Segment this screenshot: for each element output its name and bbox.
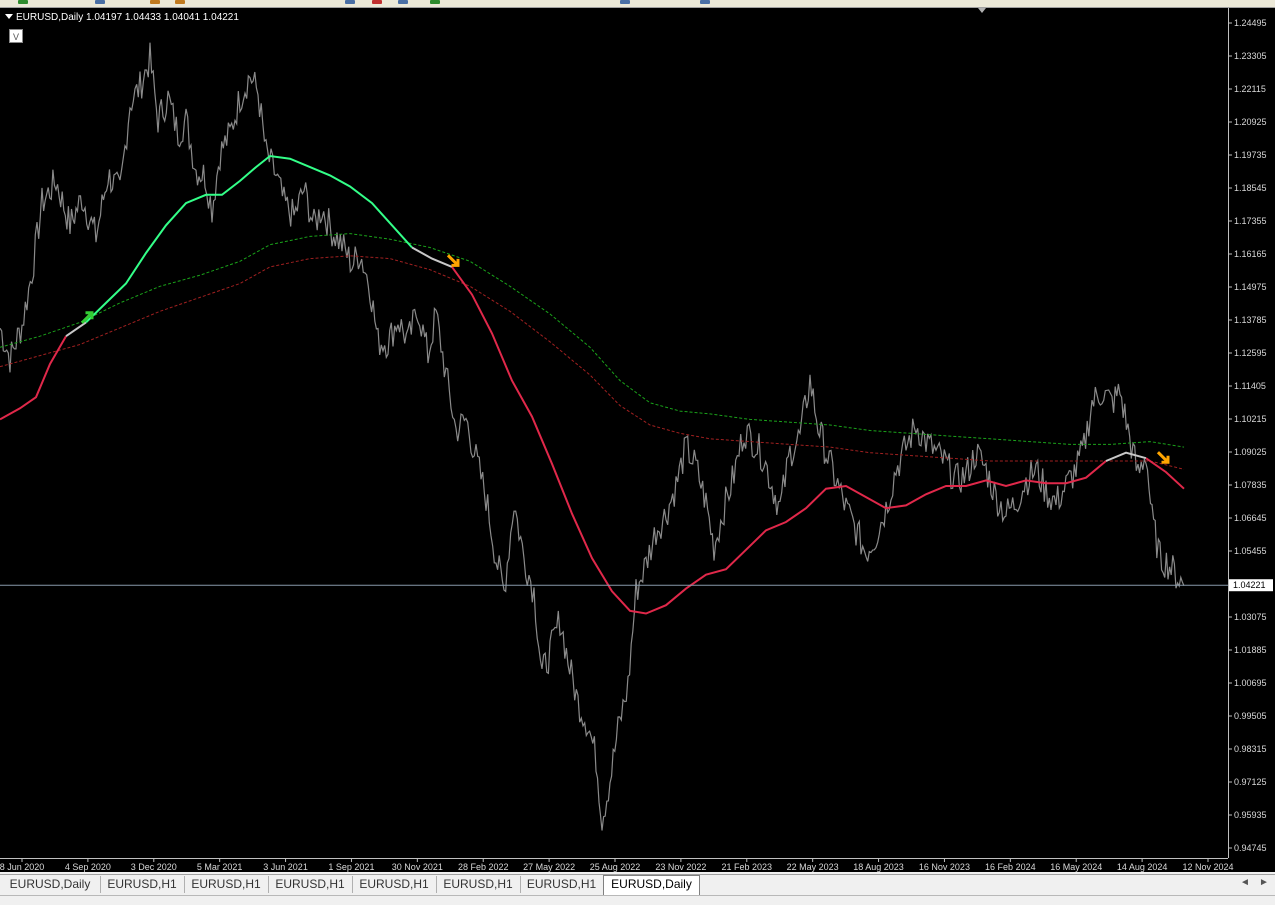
y-tick-label: 1.11405 — [1234, 381, 1266, 391]
y-tick-label: 1.01885 — [1234, 645, 1267, 655]
x-tick-label: 30 Nov 2021 — [392, 862, 443, 872]
y-tick-label: 1.18545 — [1234, 183, 1267, 193]
chart-background — [0, 8, 1275, 872]
y-tick-label: 1.06645 — [1234, 513, 1267, 523]
x-tick-label: 23 Nov 2022 — [655, 862, 706, 872]
y-tick-label: 1.24495 — [1234, 18, 1267, 28]
chart-tab[interactable]: EURUSD,H1 — [436, 876, 521, 893]
chart-tab-bar: ◄ ► EURUSD,Daily EURUSD,H1 EURUSD,H1 EURUSD… — [0, 874, 1275, 895]
y-tick-label: 0.94745 — [1234, 843, 1267, 853]
y-tick-label: 0.95935 — [1234, 810, 1267, 820]
chart-tab[interactable]: EURUSD,H1 — [268, 876, 353, 893]
chart-tab[interactable]: EURUSD,Daily — [603, 875, 700, 895]
y-tick-label: 1.14975 — [1234, 282, 1267, 292]
y-tick-label: 1.17355 — [1234, 216, 1267, 226]
y-tick-label: 1.23305 — [1234, 51, 1267, 61]
current-price-label: 1.04221 — [1233, 580, 1266, 590]
x-tick-label: 27 May 2022 — [523, 862, 575, 872]
tab-scroll-right-icon[interactable]: ► — [1259, 877, 1269, 888]
chart-tab[interactable]: EURUSD,H1 — [184, 876, 269, 893]
x-tick-label: 12 Nov 2024 — [1182, 862, 1233, 872]
y-tick-label: 1.09025 — [1234, 447, 1267, 457]
y-tick-label: 1.10215 — [1234, 414, 1267, 424]
x-tick-label: 21 Feb 2023 — [722, 862, 773, 872]
zoom-out-icon[interactable] — [700, 0, 710, 4]
market-watch-icon[interactable] — [345, 0, 355, 4]
x-tick-label: 18 Aug 2023 — [853, 862, 904, 872]
x-tick-label: 16 Nov 2023 — [919, 862, 970, 872]
y-tick-label: 1.00695 — [1234, 678, 1267, 688]
x-tick-label: 14 Aug 2024 — [1117, 862, 1168, 872]
y-tick-label: 0.98315 — [1234, 744, 1267, 754]
y-tick-label: 1.07835 — [1234, 480, 1267, 490]
chart-header: EURUSD,Daily 1.04197 1.04433 1.04041 1.0… — [5, 12, 239, 23]
x-tick-label: 3 Dec 2020 — [131, 862, 177, 872]
y-tick-label: 0.99505 — [1234, 711, 1267, 721]
open-chart-icon[interactable] — [95, 0, 105, 4]
x-tick-label: 22 May 2023 — [787, 862, 839, 872]
y-tick-label: 1.22115 — [1234, 84, 1266, 94]
chart-tab[interactable]: EURUSD,H1 — [520, 876, 604, 893]
x-tick-label: 5 Mar 2021 — [197, 862, 243, 872]
x-tick-label: 16 May 2024 — [1050, 862, 1102, 872]
zoom-in-icon[interactable] — [620, 0, 630, 4]
y-tick-label: 1.20925 — [1234, 117, 1267, 127]
x-tick-label: 16 Feb 2024 — [985, 862, 1036, 872]
x-tick-label: 25 Aug 2022 — [590, 862, 641, 872]
toolbar — [0, 0, 1275, 8]
y-tick-label: 1.03075 — [1234, 612, 1267, 622]
new-order-icon[interactable] — [18, 0, 28, 4]
x-tick-label: 1 Sep 2021 — [328, 862, 374, 872]
x-tick-label: 28 Feb 2022 — [458, 862, 509, 872]
symbol-header: EURUSD,Daily 1.04197 1.04433 1.04041 1.0… — [16, 12, 239, 23]
terminal-icon[interactable] — [398, 0, 408, 4]
tab-scroll-left-icon[interactable]: ◄ — [1240, 877, 1250, 888]
y-tick-label: 1.12595 — [1234, 348, 1267, 358]
y-tick-label: 1.19735 — [1234, 150, 1267, 160]
navigator-icon[interactable] — [175, 0, 185, 4]
x-tick-label: 8 Jun 2020 — [0, 862, 44, 872]
collapse-triangle-icon[interactable] — [5, 14, 13, 19]
y-tick-label: 0.97125 — [1234, 777, 1267, 787]
price-chart[interactable]: 1.24495 1.23305 1.22115 1.20925 1.19735 1.185… — [0, 8, 1275, 872]
data-window-icon[interactable] — [372, 0, 382, 4]
chart-tab[interactable]: EURUSD,Daily — [0, 876, 101, 893]
tester-icon[interactable] — [430, 0, 440, 4]
y-tick-label: 1.13785 — [1234, 315, 1267, 325]
y-tick-label: 1.16165 — [1234, 249, 1267, 259]
x-tick-label: 3 Jun 2021 — [263, 862, 308, 872]
indicator-toggle-button[interactable]: V — [9, 29, 23, 43]
x-tick-label: 4 Sep 2020 — [65, 862, 111, 872]
y-tick-label: 1.05455 — [1234, 546, 1267, 556]
chart-tab[interactable]: EURUSD,H1 — [100, 876, 185, 893]
chart-tab[interactable]: EURUSD,H1 — [352, 876, 437, 893]
chart-window[interactable]: 1.24495 1.23305 1.22115 1.20925 1.19735 1.185… — [0, 8, 1275, 872]
profiles-icon[interactable] — [150, 0, 160, 4]
